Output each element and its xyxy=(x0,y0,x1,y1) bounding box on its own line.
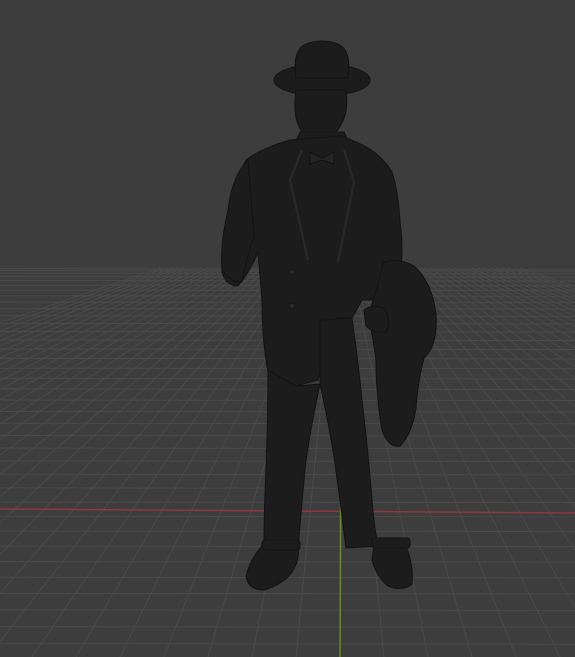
grid-line xyxy=(0,626,575,628)
grid-line xyxy=(0,609,575,611)
3d-viewport[interactable] xyxy=(0,0,575,657)
model-left-cuff xyxy=(261,539,301,551)
model-hat-crown xyxy=(294,40,350,79)
model-button-1 xyxy=(288,268,296,276)
model-right-cuff xyxy=(371,537,411,549)
grid-line xyxy=(0,643,575,645)
model-button-2 xyxy=(288,302,296,310)
grid-line xyxy=(0,592,575,595)
viewport-canvas[interactable] xyxy=(0,0,575,657)
